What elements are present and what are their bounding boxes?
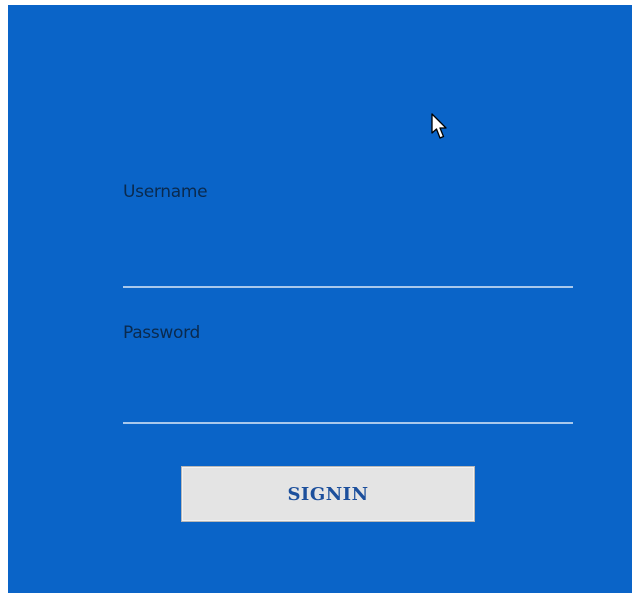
password-label: Password	[123, 323, 201, 343]
mouse-pointer-icon	[431, 113, 447, 139]
password-input[interactable]	[123, 386, 573, 424]
login-panel: Username Password SIGNIN	[8, 5, 632, 593]
username-label: Username	[123, 182, 208, 202]
username-input[interactable]	[123, 250, 573, 288]
signin-button[interactable]: SIGNIN	[181, 466, 475, 522]
